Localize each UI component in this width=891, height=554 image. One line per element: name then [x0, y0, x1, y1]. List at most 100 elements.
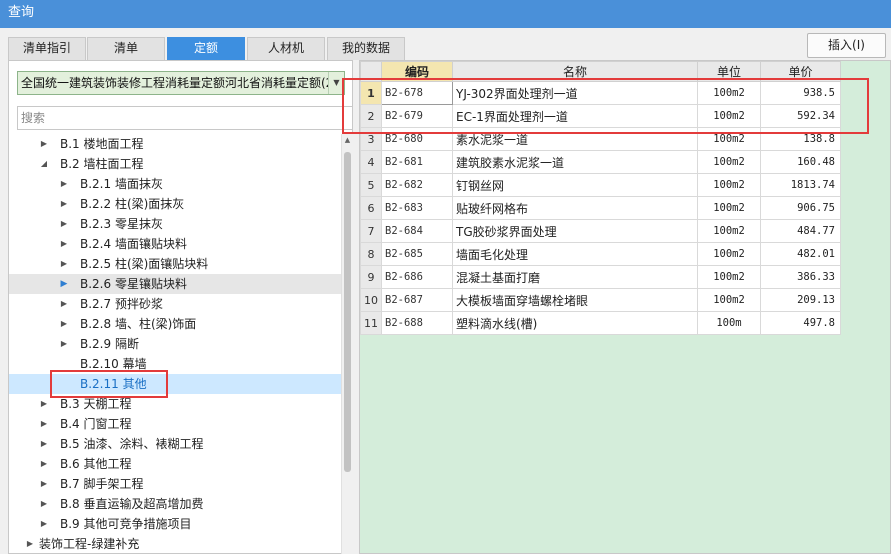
tree-item[interactable]: ▶ B.3 天棚工程 [9, 394, 341, 414]
collapse-arrow-icon[interactable]: ▶ [59, 194, 69, 214]
cell-price[interactable]: 497.8 [760, 311, 841, 335]
cell-price[interactable]: 209.13 [760, 288, 841, 312]
cell-name[interactable]: 塑料滴水线(槽) [452, 311, 698, 335]
collapse-arrow-icon[interactable]: ▶ [59, 214, 69, 234]
collapse-arrow-icon[interactable]: ▶ [59, 234, 69, 254]
cell-code[interactable]: B2-681 [381, 150, 453, 174]
tree-item[interactable]: ▶ B.8 垂直运输及超高增加费 [9, 494, 341, 514]
cell-unit[interactable]: 100m2 [697, 265, 761, 289]
cell-unit[interactable]: 100m2 [697, 81, 761, 105]
tree-item[interactable]: ▶ B.2.5 柱(梁)面镶贴块料 [9, 254, 341, 274]
collapse-arrow-icon[interactable]: ▶ [39, 134, 49, 154]
cell-name[interactable]: EC-1界面处理剂一道 [452, 104, 698, 128]
table-row[interactable]: 8 B2-685 墙面毛化处理 100m2 482.01 [360, 242, 841, 266]
tree-item[interactable]: B.2.10 幕墙 [9, 354, 341, 374]
cell-name[interactable]: 建筑胶素水泥浆一道 [452, 150, 698, 174]
cell-unit[interactable]: 100m2 [697, 242, 761, 266]
cell-code[interactable]: B2-685 [381, 242, 453, 266]
cell-name[interactable]: 贴玻纤网格布 [452, 196, 698, 220]
tree-item[interactable]: ▶ B.6 其他工程 [9, 454, 341, 474]
collapse-arrow-icon[interactable]: ▶ [39, 434, 49, 454]
tree-item[interactable]: ▶ B.7 脚手架工程 [9, 474, 341, 494]
tree-item[interactable]: ▶ B.9 其他可竞争措施项目 [9, 514, 341, 534]
scrollbar-thumb[interactable] [344, 152, 351, 472]
cell-name[interactable]: YJ-302界面处理剂一道 [452, 81, 698, 105]
search-input[interactable]: 搜索 [17, 106, 353, 130]
cell-code[interactable]: B2-678 [381, 81, 453, 105]
cell-name[interactable]: 大模板墙面穿墙螺栓堵眼 [452, 288, 698, 312]
cell-name[interactable]: 墙面毛化处理 [452, 242, 698, 266]
tab-bill[interactable]: 清单 [87, 37, 165, 60]
cell-code[interactable]: B2-687 [381, 288, 453, 312]
cell-unit[interactable]: 100m2 [697, 196, 761, 220]
table-row[interactable]: 2 B2-679 EC-1界面处理剂一道 100m2 592.34 [360, 104, 841, 128]
table-row[interactable]: 7 B2-684 TG胶砂浆界面处理 100m2 484.77 [360, 219, 841, 243]
cell-name[interactable]: 混凝土基面打磨 [452, 265, 698, 289]
collapse-arrow-icon[interactable]: ▶ [39, 494, 49, 514]
table-row[interactable]: 10 B2-687 大模板墙面穿墙螺栓堵眼 100m2 209.13 [360, 288, 841, 312]
cell-price[interactable]: 484.77 [760, 219, 841, 243]
collapse-arrow-icon[interactable]: ▶ [59, 294, 69, 314]
tab-bill-guide[interactable]: 清单指引 [8, 37, 86, 60]
collapse-arrow-icon[interactable]: ▶ [39, 394, 49, 414]
table-row[interactable]: 5 B2-682 钉钢丝网 100m2 1813.74 [360, 173, 841, 197]
collapse-arrow-icon[interactable]: ▶ [39, 414, 49, 434]
table-row[interactable]: 1 B2-678 YJ-302界面处理剂一道 100m2 938.5 [360, 81, 841, 105]
scroll-up-icon[interactable]: ▲ [342, 134, 353, 146]
table-row[interactable]: 11 B2-688 塑料滴水线(槽) 100m 497.8 [360, 311, 841, 335]
cell-unit[interactable]: 100m2 [697, 150, 761, 174]
cell-unit[interactable]: 100m2 [697, 288, 761, 312]
cell-code[interactable]: B2-679 [381, 104, 453, 128]
tab-my-data[interactable]: 我的数据 [327, 37, 405, 60]
cell-name[interactable]: 素水泥浆一道 [452, 127, 698, 151]
tree-item[interactable]: ▶ B.2.1 墙面抹灰 [9, 174, 341, 194]
cell-unit[interactable]: 100m2 [697, 219, 761, 243]
tree-item[interactable]: ▶ B.2.4 墙面镶贴块料 [9, 234, 341, 254]
collapse-arrow-icon[interactable]: ▶ [39, 454, 49, 474]
tree-item[interactable]: ◢ B.2 墙柱面工程 [9, 154, 341, 174]
tree-item[interactable]: B.2.11 其他 [9, 374, 341, 394]
column-header-name[interactable]: 名称 [452, 61, 698, 82]
cell-price[interactable]: 592.34 [760, 104, 841, 128]
collapse-arrow-icon[interactable]: ▶ [59, 254, 69, 274]
cell-unit[interactable]: 100m2 [697, 173, 761, 197]
cell-unit[interactable]: 100m2 [697, 104, 761, 128]
tree-item[interactable]: ▶ B.2.7 预拌砂浆 [9, 294, 341, 314]
tab-labor-material-machine[interactable]: 人材机 [247, 37, 325, 60]
tree-item[interactable]: ▶ 装饰工程-绿建补充 [9, 534, 341, 554]
collapse-arrow-icon[interactable]: ▶ [39, 474, 49, 494]
tree-scrollbar[interactable]: ▲ [341, 134, 353, 554]
collapse-arrow-icon[interactable]: ▶ [59, 174, 69, 194]
cell-name[interactable]: 钉钢丝网 [452, 173, 698, 197]
cell-code[interactable]: B2-688 [381, 311, 453, 335]
cell-code[interactable]: B2-684 [381, 219, 453, 243]
chevron-down-icon[interactable]: ▼ [328, 72, 344, 94]
collapse-arrow-icon[interactable]: ▶ [25, 534, 35, 554]
tab-quota[interactable]: 定额 [167, 37, 245, 60]
tree-item[interactable]: ▶ B.2.3 零星抹灰 [9, 214, 341, 234]
insert-button[interactable]: 插入(I) [807, 33, 886, 58]
collapse-arrow-icon[interactable]: ▶ [39, 514, 49, 534]
table-row[interactable]: 6 B2-683 贴玻纤网格布 100m2 906.75 [360, 196, 841, 220]
table-row[interactable]: 9 B2-686 混凝土基面打磨 100m2 386.33 [360, 265, 841, 289]
cell-code[interactable]: B2-686 [381, 265, 453, 289]
collapse-arrow-icon[interactable]: ▶ [59, 334, 69, 354]
column-header-code[interactable]: 编码 [381, 61, 453, 82]
table-row[interactable]: 4 B2-681 建筑胶素水泥浆一道 100m2 160.48 [360, 150, 841, 174]
table-row[interactable]: 3 B2-680 素水泥浆一道 100m2 138.8 [360, 127, 841, 151]
cell-price[interactable]: 386.33 [760, 265, 841, 289]
cell-code[interactable]: B2-682 [381, 173, 453, 197]
tree-item[interactable]: ▶ B.4 门窗工程 [9, 414, 341, 434]
cell-price[interactable]: 938.5 [760, 81, 841, 105]
tree-item[interactable]: ▶ B.2.2 柱(梁)面抹灰 [9, 194, 341, 214]
column-header-unit[interactable]: 单位 [697, 61, 761, 82]
cell-price[interactable]: 1813.74 [760, 173, 841, 197]
cell-price[interactable]: 138.8 [760, 127, 841, 151]
cell-name[interactable]: TG胶砂浆界面处理 [452, 219, 698, 243]
cell-unit[interactable]: 100m [697, 311, 761, 335]
cell-code[interactable]: B2-683 [381, 196, 453, 220]
tree-item[interactable]: ▶ B.2.6 零星镶贴块料 [9, 274, 341, 294]
tree-item[interactable]: ▶ B.5 油漆、涂料、裱糊工程 [9, 434, 341, 454]
cell-price[interactable]: 906.75 [760, 196, 841, 220]
cell-unit[interactable]: 100m2 [697, 127, 761, 151]
